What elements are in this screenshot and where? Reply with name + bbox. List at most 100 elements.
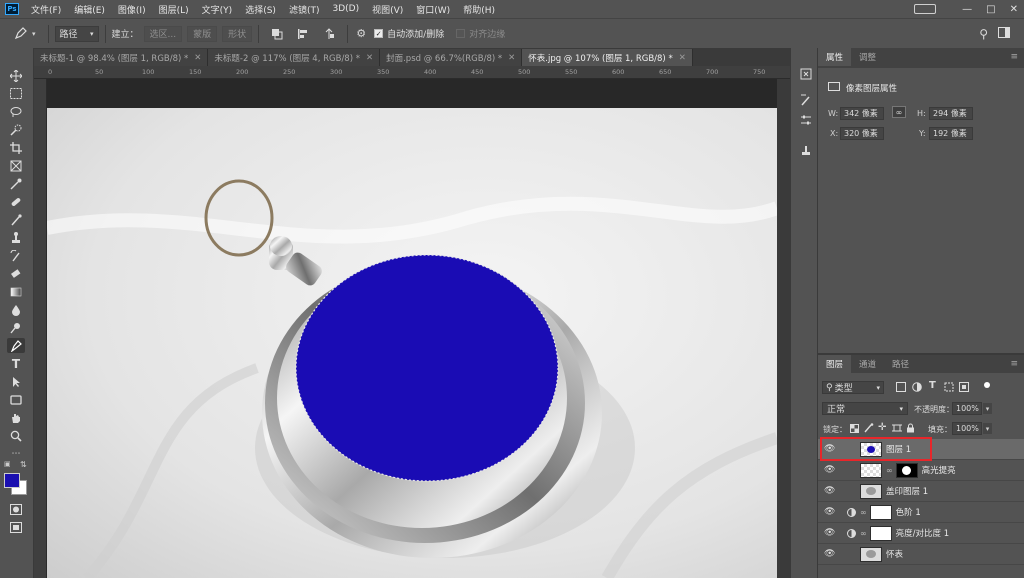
width-input[interactable]: 342 像素 [840, 107, 884, 120]
close-icon[interactable]: ✕ [194, 53, 201, 63]
layer-name[interactable]: 色阶 1 [896, 506, 921, 518]
hand-tool-icon[interactable] [7, 410, 25, 425]
make-mask-button[interactable]: 蒙版 [187, 25, 218, 42]
quick-selection-tool-icon[interactable] [7, 122, 25, 137]
fill-dropdown-icon[interactable]: ▾ [983, 423, 992, 434]
document-canvas[interactable] [47, 108, 777, 578]
layer-row-highlight[interactable]: 👁 ∞ 高光提亮 [818, 460, 1024, 481]
clone-source-panel-icon[interactable] [797, 142, 815, 157]
adjustments-sliders-icon[interactable] [797, 112, 815, 127]
make-shape-button[interactable]: 形状 [222, 25, 253, 42]
visibility-eye-icon[interactable]: 👁 [824, 507, 835, 517]
tab-properties[interactable]: 属性 [818, 48, 852, 66]
lock-position-icon[interactable]: ✛ [878, 422, 886, 433]
close-icon[interactable]: ✕ [366, 53, 373, 63]
close-icon[interactable]: ✕ [508, 53, 515, 63]
default-colors-icon[interactable]: ▣ [4, 460, 11, 468]
tab-untitled-1[interactable]: 未标题-1 @ 98.4% (图层 1, RGB/8) * ✕ [34, 49, 209, 66]
menu-filter[interactable]: 滤镜(T) [289, 3, 320, 16]
maximize-icon[interactable]: □ [986, 4, 995, 15]
tab-adjustments[interactable]: 调整 [851, 48, 884, 66]
menu-3d[interactable]: 3D(D) [332, 4, 359, 14]
eraser-tool-icon[interactable] [7, 266, 25, 281]
close-icon[interactable]: ✕ [1010, 4, 1018, 15]
opacity-dropdown-icon[interactable]: ▾ [983, 403, 992, 414]
menu-view[interactable]: 视图(V) [372, 3, 403, 16]
path-selection-tool-icon[interactable] [7, 374, 25, 389]
screen-mode-icon[interactable] [7, 520, 25, 535]
pen-mode-select[interactable]: 路径 ▾ [54, 25, 99, 42]
panel-menu-icon[interactable]: ≡ [1010, 52, 1018, 62]
move-tool-icon[interactable] [7, 68, 25, 83]
link-icon[interactable]: ∞ [892, 106, 906, 118]
menu-type[interactable]: 文字(Y) [202, 3, 233, 16]
pen-tool-icon[interactable] [12, 27, 28, 40]
menu-edit[interactable]: 编辑(E) [74, 3, 105, 16]
canvas-scrollbar[interactable] [777, 79, 790, 578]
menu-help[interactable]: 帮助(H) [463, 3, 495, 16]
path-arrangement-icon[interactable] [321, 27, 337, 40]
healing-brush-tool-icon[interactable] [7, 194, 25, 209]
layer-row-stamp[interactable]: 👁 盖印图层 1 [818, 481, 1024, 502]
layer-name[interactable]: 盖印图层 1 [886, 485, 928, 497]
layer-row-levels[interactable]: 👁 ∞ 色阶 1 [818, 502, 1024, 523]
filter-type-icon[interactable]: T [929, 380, 936, 391]
crop-tool-icon[interactable] [7, 140, 25, 155]
menu-file[interactable]: 文件(F) [31, 3, 61, 16]
tab-untitled-2[interactable]: 未标题-2 @ 117% (图层 4, RGB/8) * ✕ [208, 49, 381, 66]
visibility-eye-icon[interactable]: 👁 [824, 465, 835, 475]
more-tools-icon[interactable]: ⋯ [7, 446, 25, 461]
panel-menu-icon[interactable]: ≡ [1010, 359, 1018, 369]
frame-tool-icon[interactable] [7, 158, 25, 173]
auto-add-delete-checkbox[interactable]: ✓ [374, 29, 384, 38]
filter-adjustment-icon[interactable] [912, 382, 922, 395]
lasso-tool-icon[interactable] [7, 104, 25, 119]
height-input[interactable]: 294 像素 [929, 107, 973, 120]
brush-settings-panel-icon[interactable] [797, 92, 815, 107]
visibility-eye-icon[interactable]: 👁 [824, 549, 835, 559]
menu-window[interactable]: 窗口(W) [416, 3, 450, 16]
visibility-eye-icon[interactable]: 👁 [824, 528, 835, 538]
layer-name[interactable]: 怀表 [886, 548, 903, 560]
tab-cover-psd[interactable]: 封面.psd @ 66.7%(RGB/8) * ✕ [380, 49, 523, 66]
layer-name[interactable]: 亮度/对比度 1 [896, 527, 949, 539]
layer-thumbnail[interactable] [860, 483, 882, 499]
x-input[interactable]: 320 像素 [840, 127, 884, 140]
menu-select[interactable]: 选择(S) [245, 3, 276, 16]
filter-smart-object-icon[interactable] [959, 382, 969, 395]
y-input[interactable]: 192 像素 [929, 127, 973, 140]
align-edges-checkbox[interactable] [456, 29, 466, 38]
lock-artboard-icon[interactable] [892, 423, 902, 436]
blur-tool-icon[interactable] [7, 302, 25, 317]
dodge-tool-icon[interactable] [7, 320, 25, 335]
foreground-color-swatch[interactable] [4, 473, 20, 488]
history-brush-tool-icon[interactable] [7, 248, 25, 263]
lock-all-icon[interactable] [906, 423, 915, 436]
opacity-input[interactable]: 100% [952, 402, 982, 415]
layer-row-brightness[interactable]: 👁 ∞ 亮度/对比度 1 [818, 523, 1024, 544]
menu-layer[interactable]: 图层(L) [159, 3, 189, 16]
filter-shape-icon[interactable] [944, 382, 954, 395]
make-selection-button[interactable]: 选区... [143, 25, 183, 42]
brush-tool-icon[interactable] [7, 212, 25, 227]
lock-pixels-icon[interactable] [864, 423, 874, 436]
blend-mode-select[interactable]: 正常 ▾ [822, 402, 908, 415]
filter-toggle-icon[interactable] [984, 382, 990, 388]
filter-pixel-icon[interactable] [896, 382, 906, 395]
close-icon[interactable]: ✕ [679, 53, 686, 63]
layer-row-watch[interactable]: 👁 怀表 [818, 544, 1024, 565]
type-tool-icon[interactable]: T [7, 356, 25, 371]
history-panel-icon[interactable] [797, 66, 815, 81]
zoom-tool-icon[interactable] [7, 428, 25, 443]
tab-channels[interactable]: 通道 [851, 355, 884, 373]
swap-colors-icon[interactable]: ⇅ [20, 460, 27, 469]
layer-thumbnail[interactable] [860, 546, 882, 562]
minimize-icon[interactable]: — [962, 4, 972, 15]
marquee-tool-icon[interactable] [7, 86, 25, 101]
clone-stamp-tool-icon[interactable] [7, 230, 25, 245]
layer-name[interactable]: 高光提亮 [922, 464, 956, 476]
layer-thumbnail[interactable] [860, 462, 882, 478]
quick-mask-icon[interactable] [7, 502, 25, 517]
fill-input[interactable]: 100% [952, 422, 982, 435]
lock-transparent-icon[interactable] [850, 424, 859, 436]
